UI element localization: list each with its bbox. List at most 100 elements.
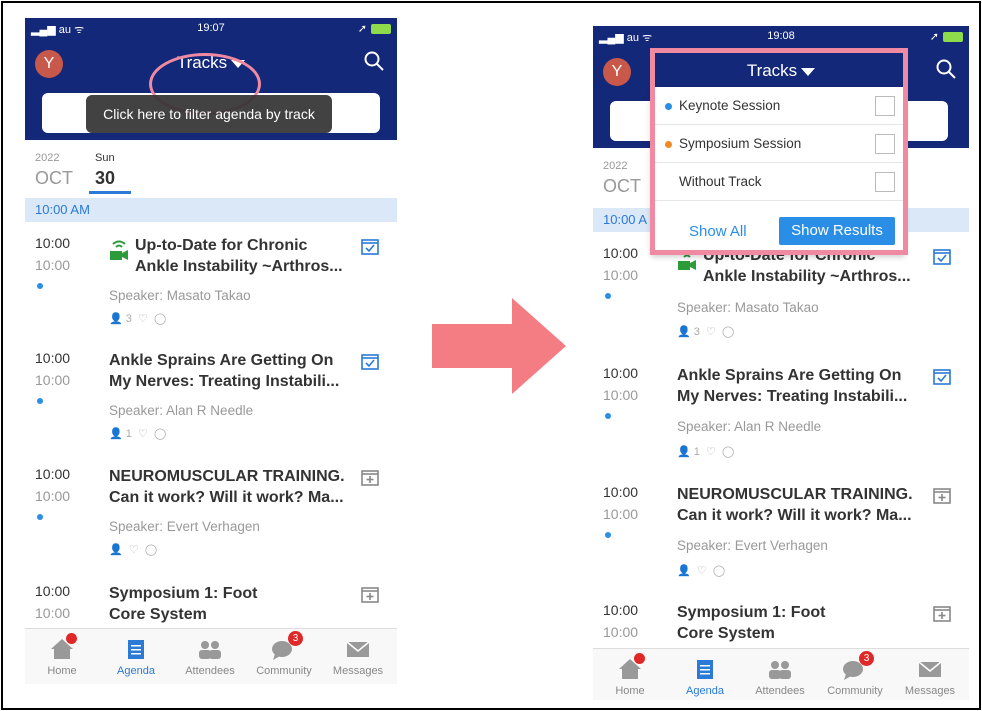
- comment-icon[interactable]: ◯: [154, 313, 166, 325]
- keynote-track-dot: [37, 514, 43, 520]
- session-actions: 👤 3 ♡ ◯: [109, 313, 167, 325]
- year-label: 2022: [35, 152, 60, 164]
- heart-icon[interactable]: ♡: [697, 565, 707, 577]
- session-actions: 👤 1 ♡ ◯: [677, 446, 735, 458]
- calendar-check-icon[interactable]: [361, 237, 379, 255]
- tab-messages[interactable]: Messages: [321, 637, 395, 677]
- filter-tooltip: Click here to filter agenda by track: [86, 95, 332, 133]
- speaker-name: Speaker: Masato Takao: [677, 300, 819, 315]
- attendee-icon[interactable]: 👤: [677, 326, 691, 338]
- tab-community[interactable]: 3 Community: [818, 651, 892, 697]
- attendees-icon: [195, 637, 225, 661]
- heart-icon[interactable]: ♡: [129, 544, 139, 556]
- calendar-add-icon[interactable]: [361, 468, 379, 486]
- comment-icon[interactable]: ◯: [722, 446, 734, 458]
- session-actions: 👤 1 ♡ ◯: [109, 428, 167, 440]
- speaker-name: Speaker: Evert Verhagen: [109, 519, 260, 534]
- battery-icon: ➚: [930, 30, 963, 43]
- session-actions: 👤 ♡ ◯: [677, 564, 725, 577]
- comment-icon[interactable]: ◯: [145, 544, 157, 556]
- tab-home[interactable]: Home: [25, 633, 99, 677]
- tab-attendees[interactable]: Attendees: [173, 637, 247, 677]
- tab-agenda[interactable]: Agenda: [99, 637, 173, 677]
- comment-icon[interactable]: ◯: [154, 428, 166, 440]
- session-actions: 👤 ♡ ◯: [109, 543, 157, 556]
- clock: 19:08: [767, 30, 795, 42]
- envelope-icon: [343, 637, 373, 661]
- year-label: 2022: [603, 160, 628, 172]
- keynote-track-dot: [37, 398, 43, 404]
- clock: 19:07: [197, 22, 225, 34]
- heart-icon[interactable]: ♡: [706, 326, 716, 338]
- tab-messages[interactable]: Messages: [893, 657, 967, 697]
- tab-bar: Home Agenda Attendees 3 Community Message…: [25, 628, 397, 684]
- end-time: 10:00: [603, 387, 639, 403]
- speaker-name: Speaker: Masato Takao: [109, 288, 251, 303]
- selected-day-underline: [89, 191, 131, 194]
- calendar-check-icon[interactable]: [933, 367, 951, 385]
- session-title[interactable]: NEUROMUSCULAR TRAINING. Can it work? Will…: [109, 466, 359, 508]
- agenda-icon: [121, 637, 151, 661]
- community-badge: 3: [288, 631, 303, 646]
- community-icon: 3: [840, 651, 874, 681]
- comment-icon[interactable]: ◯: [713, 565, 725, 577]
- search-icon[interactable]: [363, 50, 385, 72]
- session-item[interactable]: 10:00 10:00 NEUROMUSCULAR TRAINING. Can i…: [593, 484, 969, 599]
- tab-attendees[interactable]: Attendees: [743, 657, 817, 697]
- home-icon: [47, 633, 77, 661]
- heart-icon[interactable]: ♡: [138, 428, 148, 440]
- calendar-add-icon[interactable]: [361, 585, 379, 603]
- session-item[interactable]: 10:00 10:00 NEUROMUSCULAR TRAINING. Can i…: [25, 466, 397, 581]
- start-time: 10:00: [603, 484, 639, 500]
- speaker-name: Speaker: Alan R Needle: [109, 403, 254, 418]
- end-time: 10:00: [35, 257, 71, 273]
- session-item[interactable]: 10:00 10:00 Up-to-Date for Chronic Ankle …: [25, 235, 397, 350]
- start-time: 10:00: [35, 466, 71, 482]
- end-time: 10:00: [603, 624, 639, 640]
- session-title[interactable]: Up-to-Date for Chronic Ankle Instability …: [135, 235, 365, 277]
- end-time: 10:00: [35, 605, 71, 621]
- heart-icon[interactable]: ♡: [706, 446, 716, 458]
- home-icon: [615, 653, 645, 681]
- status-bar: ▂▄▆ au ᯤ 19:07 ➚: [25, 18, 397, 40]
- attendee-icon[interactable]: 👤: [109, 544, 123, 556]
- session-item[interactable]: 10:00 10:00 Ankle Sprains Are Getting On…: [25, 350, 397, 465]
- month-label: OCT: [35, 168, 73, 188]
- attendee-icon[interactable]: 👤: [677, 446, 691, 458]
- start-time: 10:00: [603, 602, 639, 618]
- tab-bar: Home Agenda Attendees 3 Community Message…: [593, 648, 969, 700]
- agenda-icon: [690, 657, 720, 681]
- calendar-check-icon[interactable]: [361, 352, 379, 370]
- tab-home[interactable]: Home: [593, 653, 667, 697]
- session-title[interactable]: Ankle Sprains Are Getting On My Nerves: T…: [109, 350, 359, 392]
- battery-icon: ➚: [358, 22, 391, 35]
- session-title[interactable]: NEUROMUSCULAR TRAINING. Can it work? Will…: [677, 484, 927, 526]
- heart-icon[interactable]: ♡: [138, 313, 148, 325]
- attendee-icon[interactable]: 👤: [109, 428, 123, 440]
- comment-icon[interactable]: ◯: [722, 326, 734, 338]
- attendee-icon[interactable]: 👤: [109, 313, 123, 325]
- keynote-track-dot: [37, 283, 43, 289]
- day-number[interactable]: 30: [95, 168, 115, 189]
- start-time: 10:00: [35, 583, 71, 599]
- attendee-icon[interactable]: 👤: [677, 565, 691, 577]
- session-title[interactable]: Ankle Sprains Are Getting On My Nerves: T…: [677, 365, 927, 407]
- tab-community[interactable]: 3 Community: [247, 631, 321, 677]
- time-header: 10:00 AM: [25, 198, 397, 222]
- community-icon: 3: [269, 631, 303, 661]
- search-icon[interactable]: [935, 58, 957, 80]
- start-time: 10:00: [35, 235, 71, 251]
- community-badge: 3: [859, 651, 874, 666]
- session-item[interactable]: 10:00 10:00 Up-to-Date for Chronic Ankle …: [593, 245, 969, 360]
- keynote-track-dot: [605, 413, 611, 419]
- calendar-add-icon[interactable]: [933, 604, 951, 622]
- left-phone-screen: ▂▄▆ au ᯤ 19:07 ➚ Y Tracks Click here to …: [25, 18, 397, 684]
- session-item[interactable]: 10:00 10:00 Ankle Sprains Are Getting On…: [593, 365, 969, 480]
- end-time: 10:00: [603, 506, 639, 522]
- tab-agenda[interactable]: Agenda: [668, 657, 742, 697]
- calendar-add-icon[interactable]: [933, 486, 951, 504]
- start-time: 10:00: [35, 350, 71, 366]
- session-title[interactable]: Symposium 1: Foot Core System: [109, 583, 359, 625]
- session-title[interactable]: Symposium 1: Foot Core System: [677, 602, 927, 644]
- calendar-check-icon[interactable]: [933, 247, 951, 265]
